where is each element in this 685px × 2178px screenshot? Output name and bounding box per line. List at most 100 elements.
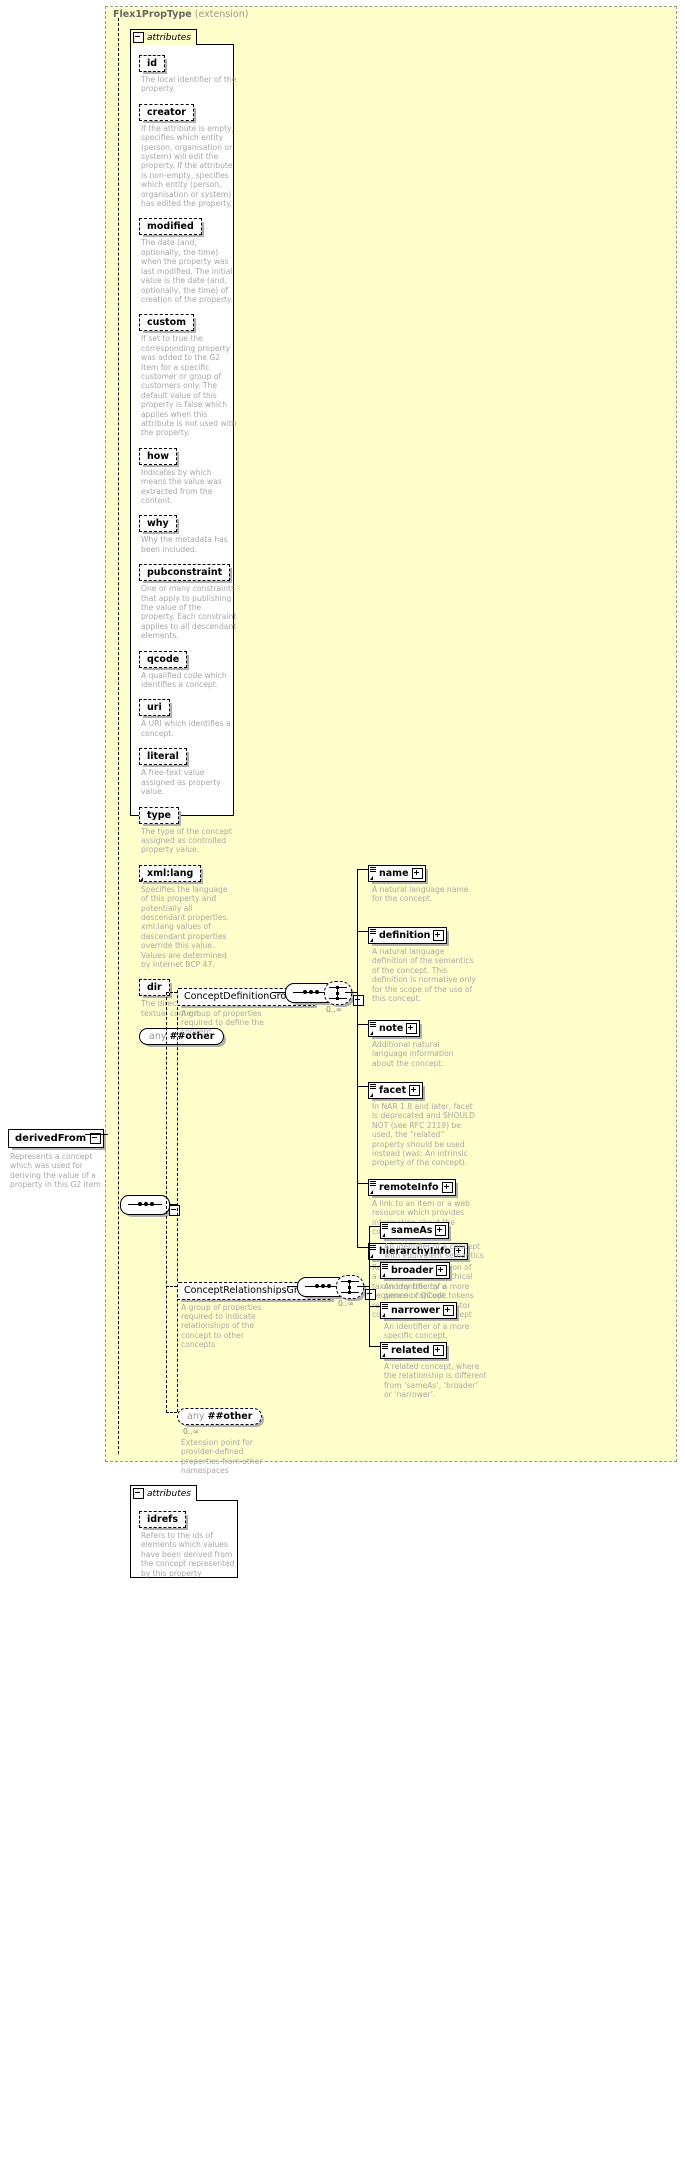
root-element-derivedfrom[interactable]: derivedFrom Represents a concept which w… <box>8 1126 110 1196</box>
attr-node-qcode[interactable]: qcode <box>139 650 188 668</box>
attr-doc-creator: If the attribute is empty, specifies whi… <box>141 123 234 209</box>
element-box[interactable]: remoteInfo <box>368 1179 456 1196</box>
attributes-tab-label: attributes <box>147 1488 191 1499</box>
element-label: related <box>391 1345 430 1356</box>
attr-label: creator <box>147 106 186 118</box>
expand-plus-icon[interactable] <box>433 930 445 941</box>
collapse-minus-icon[interactable] <box>133 1488 144 1499</box>
collapse-minus-icon[interactable] <box>353 995 364 1006</box>
attr-node-modified[interactable]: modified <box>139 218 202 236</box>
element-doc: Additional natural language information … <box>372 1040 454 1068</box>
choice-icon[interactable] <box>324 981 352 1005</box>
attr-doc-uri: A URI which identifies a concept. <box>141 719 231 738</box>
root-sequence-compositor[interactable] <box>120 1195 180 1219</box>
element-box[interactable]: narrower <box>380 1302 457 1319</box>
attr-label: how <box>147 450 170 462</box>
any-extension-node[interactable]: any ##other <box>177 1408 263 1425</box>
expand-plus-icon[interactable] <box>432 1345 444 1356</box>
attr-label: idrefs <box>147 1514 178 1525</box>
group2-children-spine <box>369 1226 370 1346</box>
attributes-tab-bottom[interactable]: attributes <box>130 1485 197 1501</box>
element-type-icon <box>370 929 376 935</box>
expand-plus-icon[interactable] <box>442 1305 454 1316</box>
element-box[interactable]: sameAs <box>380 1222 450 1239</box>
element-doc: A natural language name for the concept. <box>372 885 469 904</box>
attr-label: modified <box>147 221 194 233</box>
expand-plus-icon[interactable] <box>409 1085 421 1096</box>
extension-type-title: Flex1PropType (extension) <box>113 9 248 20</box>
group-doc: A group of properties required to indica… <box>181 1302 262 1350</box>
attr-node-creator[interactable]: creator <box>139 103 194 121</box>
attr-node-id[interactable]: id <box>139 55 166 72</box>
attr-doc-how: Indicates by which means the value was e… <box>141 467 222 505</box>
attr-node-idrefs[interactable]: idrefs <box>139 1511 186 1528</box>
extension-qualifier: (extension) <box>194 9 249 20</box>
expand-plus-icon[interactable] <box>435 1225 447 1236</box>
element-type-icon <box>382 1344 388 1350</box>
element-box[interactable]: broader <box>380 1262 451 1279</box>
element-box[interactable]: name <box>368 865 426 882</box>
groups-dashed-spine <box>166 992 167 1413</box>
ref-arrow-icon <box>370 1190 373 1194</box>
element-box[interactable]: facet <box>368 1082 424 1099</box>
element-type-icon <box>370 1245 376 1251</box>
collapse-minus-icon[interactable] <box>365 1289 376 1300</box>
element-related[interactable]: related A related concept, where the rel… <box>380 1338 488 1406</box>
ref-arrow-icon <box>382 1313 385 1317</box>
attr-doc-literal: A free-text value assigned as property v… <box>141 768 221 797</box>
element-box[interactable]: note <box>368 1020 421 1037</box>
connector-group2-seq-to-choice <box>324 1286 336 1287</box>
expand-plus-icon[interactable] <box>436 1265 448 1276</box>
element-label: narrower <box>391 1305 440 1316</box>
attr-doc-custom: If set to true the corresponding propert… <box>141 334 237 438</box>
element-type-icon <box>382 1304 388 1310</box>
element-label: sameAs <box>391 1225 433 1236</box>
attr-node-uri[interactable]: uri <box>139 699 170 717</box>
attr-node-xmllang[interactable]: xml:lang <box>139 864 202 882</box>
collapse-minus-icon[interactable] <box>133 32 144 43</box>
ref-arrow-icon <box>370 938 373 942</box>
attr-node-type[interactable]: type <box>139 806 179 824</box>
any-extension-point[interactable]: any ##other 0..∞ Extension point for pro… <box>177 1404 277 1482</box>
root-element-label: derivedFrom <box>15 1133 87 1144</box>
connector-definition <box>357 931 368 932</box>
expand-plus-icon[interactable] <box>406 1023 418 1034</box>
group1-children-spine <box>357 869 358 1151</box>
element-type-icon <box>370 867 376 873</box>
ref-arrow-icon <box>370 876 373 880</box>
attr-label: id <box>147 58 158 69</box>
ref-arrow-icon <box>382 1273 385 1277</box>
element-label: name <box>379 868 409 879</box>
element-doc: In NAR 1.8 and later, facet is deprecate… <box>372 1102 475 1168</box>
attr-node-custom[interactable]: custom <box>139 314 195 332</box>
attr-label: literal <box>147 751 179 763</box>
element-name[interactable]: name A natural language name for the con… <box>368 861 476 910</box>
attr-label: type <box>147 809 171 821</box>
element-label: broader <box>391 1265 434 1276</box>
element-facet[interactable]: facet In NAR 1.8 and later, facet is dep… <box>368 1078 476 1174</box>
attr-label: xml:lang <box>147 867 194 879</box>
ref-arrow-icon <box>140 876 143 881</box>
sequence-icon[interactable] <box>120 1195 170 1215</box>
attr-node-literal[interactable]: literal <box>139 748 187 766</box>
connector-group1-seq <box>272 992 286 993</box>
element-box[interactable]: definition <box>368 927 448 944</box>
connector-narrower <box>369 1306 380 1307</box>
element-note[interactable]: note Additional natural language informa… <box>368 1016 476 1074</box>
element-definition[interactable]: definition A natural language definition… <box>368 923 476 1009</box>
attr-node-how[interactable]: how <box>139 447 178 465</box>
element-type-icon <box>382 1264 388 1270</box>
collapse-minus-icon[interactable] <box>169 1205 180 1216</box>
attr-doc-id: The local identifier of the property. <box>141 75 237 94</box>
element-box[interactable]: related <box>380 1342 447 1359</box>
attr-doc-pubconstraint: One or many constraints that apply to pu… <box>141 584 237 641</box>
expand-plus-icon[interactable] <box>411 868 423 879</box>
choice-icon[interactable] <box>336 1275 364 1299</box>
expand-plus-icon[interactable] <box>441 1182 453 1193</box>
attr-node-why[interactable]: why <box>139 515 177 533</box>
connector-note <box>357 1024 368 1025</box>
ref-arrow-icon <box>382 1233 385 1237</box>
element-type-icon <box>370 1084 376 1090</box>
attr-node-pubconstraint[interactable]: pubconstraint <box>139 564 231 582</box>
attributes-tab-top[interactable]: attributes <box>130 29 197 45</box>
